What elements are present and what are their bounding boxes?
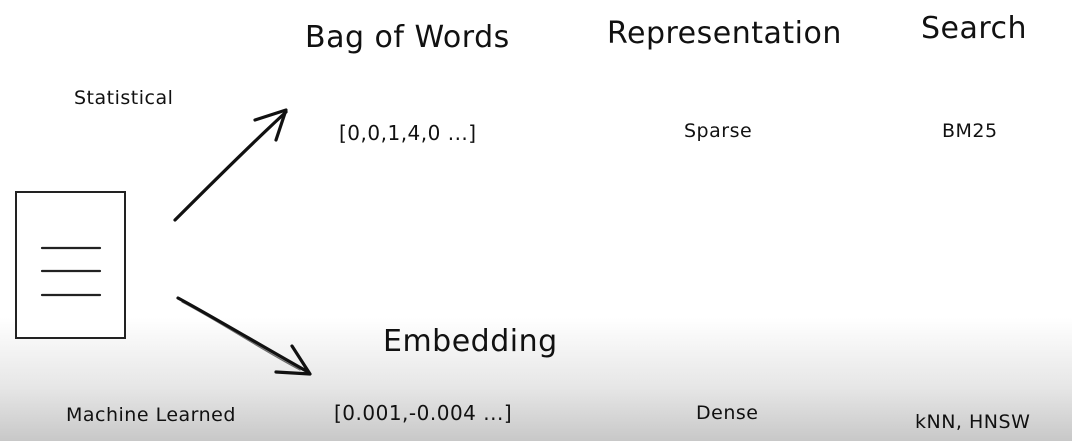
- representation-sparse: Sparse: [684, 120, 753, 142]
- diagram-canvas: [15, 108, 312, 376]
- header-search: Search: [921, 11, 1028, 46]
- header-embedding: Embedding: [383, 324, 558, 359]
- document-icon: [15, 191, 126, 339]
- sparse-vector-example: [0,0,1,4,0 ...]: [339, 121, 477, 145]
- search-bm25: BM25: [942, 120, 998, 142]
- arrow-down-right-icon: [176, 296, 312, 376]
- header-bag-of-words: Bag of Words: [305, 20, 510, 55]
- arrow-up-right-icon: [173, 108, 288, 222]
- header-representation: Representation: [607, 16, 842, 51]
- label-statistical: Statistical: [74, 87, 174, 109]
- search-knn-hnsw: kNN, HNSW: [915, 411, 1031, 433]
- representation-dense: Dense: [696, 402, 759, 424]
- dense-vector-example: [0.001,-0.004 ...]: [334, 401, 513, 425]
- label-machine-learned: Machine Learned: [66, 404, 236, 426]
